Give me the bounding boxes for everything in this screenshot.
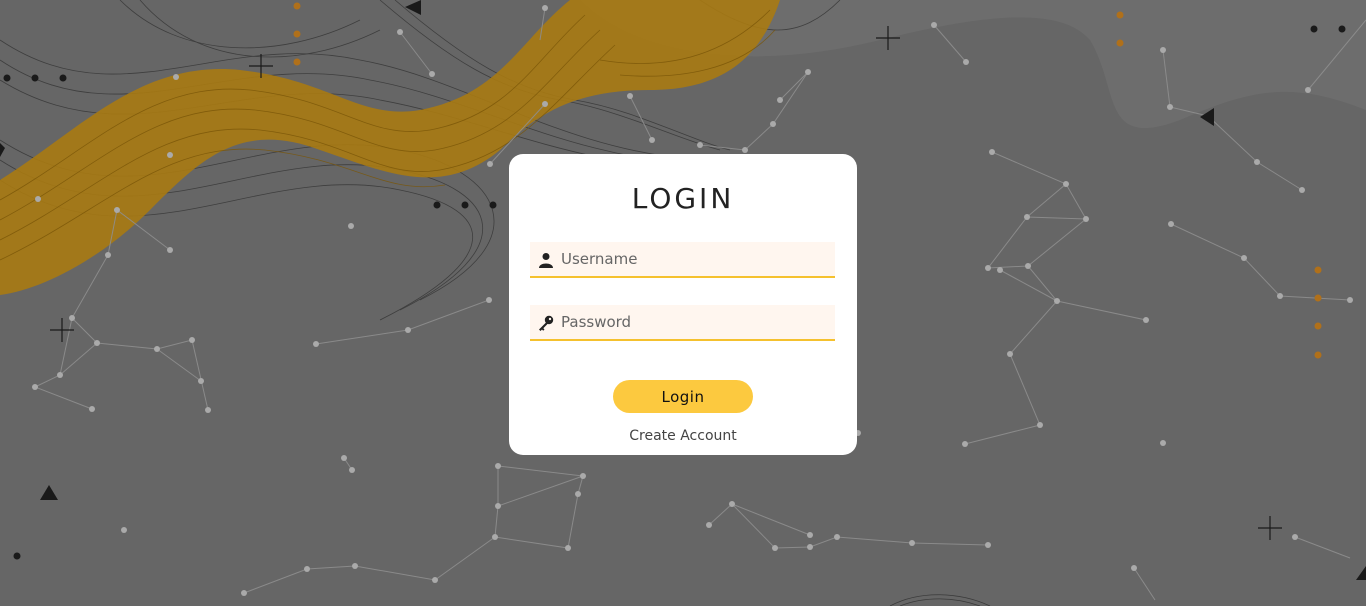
user-icon — [539, 253, 553, 268]
key-icon — [539, 315, 554, 331]
username-input[interactable] — [561, 242, 829, 276]
password-input[interactable] — [561, 305, 829, 339]
login-card: LOGIN Login Create Account — [509, 154, 857, 455]
password-field — [530, 305, 835, 341]
create-account-link[interactable]: Create Account — [509, 428, 857, 444]
page-title: LOGIN — [631, 182, 735, 215]
login-button[interactable]: Login — [613, 380, 753, 413]
login-page: LOGIN Login Create Account — [0, 0, 1366, 606]
username-field — [530, 242, 835, 278]
